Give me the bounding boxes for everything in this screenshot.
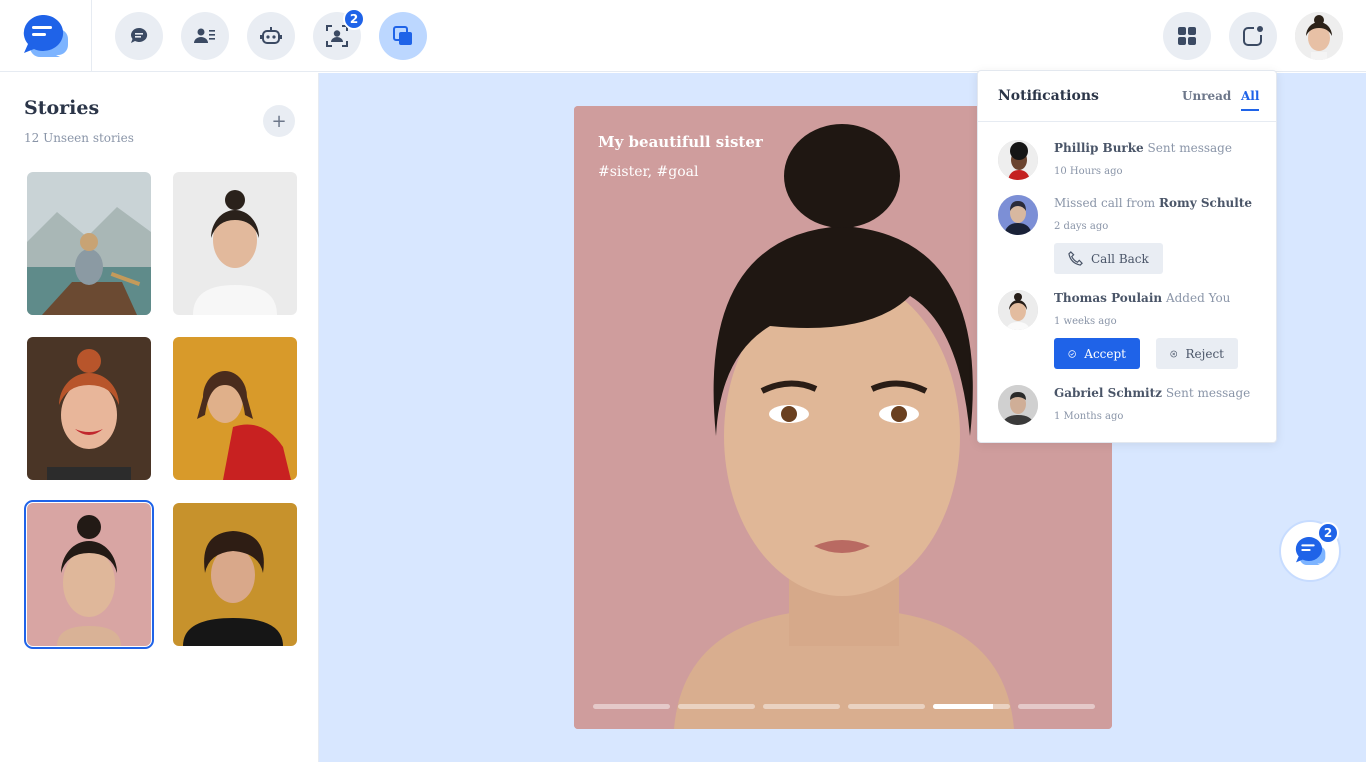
phone-icon — [1068, 251, 1083, 266]
avatar — [998, 195, 1038, 235]
add-story-button[interactable]: + — [263, 105, 295, 137]
reject-label: Reject — [1185, 346, 1224, 361]
progress-fill — [933, 704, 994, 709]
call-back-button[interactable]: Call Back — [1054, 243, 1163, 274]
story-thumb-selected[interactable] — [24, 500, 154, 649]
notification-item[interactable]: Gabriel Schmitz Sent message 1 Months ag… — [998, 385, 1268, 425]
nav-chats-button[interactable] — [115, 12, 163, 60]
user-list-icon — [194, 28, 215, 43]
notification-prefix: Missed call from — [1054, 196, 1156, 210]
notifications-title: Notifications — [998, 88, 1099, 104]
sender-name: Phillip Burke — [1054, 141, 1144, 155]
story-title: My beautifull sister — [598, 133, 763, 151]
progress-segment — [593, 704, 670, 709]
sender-name: Gabriel Schmitz — [1054, 386, 1162, 400]
notification-time: 1 weeks ago — [1054, 316, 1117, 327]
notification-text: Missed call from Romy Schulte — [1054, 196, 1252, 210]
notification-item[interactable]: Phillip Burke Sent message 10 Hours ago — [998, 140, 1268, 180]
notification-dot-icon — [1243, 26, 1263, 46]
logo-cell — [0, 0, 92, 72]
story-progress — [593, 704, 1095, 709]
notification-time: 1 Months ago — [1054, 411, 1124, 422]
tab-unread[interactable]: Unread — [1182, 89, 1231, 103]
contacts-badge: 2 — [343, 8, 365, 30]
nav-contacts-button[interactable] — [181, 12, 229, 60]
progress-segment — [678, 704, 755, 709]
floating-chat-button[interactable]: 2 — [1279, 520, 1341, 582]
avatar — [998, 385, 1038, 425]
user-focus-icon — [326, 25, 348, 47]
accept-button[interactable]: Accept — [1054, 338, 1140, 369]
notification-action: Added You — [1165, 291, 1231, 305]
notifications-panel: Notifications Unread All Phillip Burke S… — [977, 70, 1277, 443]
notification-action: Sent message — [1147, 141, 1232, 155]
story-thumb[interactable] — [173, 503, 297, 646]
progress-segment — [848, 704, 925, 709]
notifications-button[interactable] — [1229, 12, 1277, 60]
user-avatar[interactable] — [1295, 12, 1343, 60]
stories-sidebar: Stories 12 Unseen stories + — [0, 73, 319, 762]
accept-label: Accept — [1084, 346, 1126, 361]
grid-icon — [1178, 27, 1196, 45]
story-thumb[interactable] — [173, 172, 297, 315]
check-circle-icon — [1068, 349, 1076, 358]
x-circle-icon — [1170, 350, 1178, 357]
nav-bot-button[interactable] — [247, 12, 295, 60]
plus-icon: + — [271, 110, 287, 132]
robot-icon — [260, 27, 282, 44]
story-thumb[interactable] — [27, 172, 151, 315]
avatar — [998, 140, 1038, 180]
progress-segment — [763, 704, 840, 709]
notification-action: Sent message — [1165, 386, 1251, 400]
notifications-header: Notifications Unread All — [978, 71, 1276, 122]
notification-text: Gabriel Schmitz Sent message — [1054, 386, 1250, 400]
notification-item[interactable]: Thomas Poulain Added You 1 weeks ago Acc… — [998, 290, 1268, 370]
notification-time: 10 Hours ago — [1054, 166, 1123, 177]
notification-time: 2 days ago — [1054, 221, 1109, 232]
avatar — [998, 290, 1038, 330]
notification-item[interactable]: Missed call from Romy Schulte 2 days ago… — [998, 195, 1268, 275]
story-tags: #sister, #goal — [598, 164, 699, 180]
tab-all[interactable]: All — [1241, 89, 1260, 111]
progress-segment — [1018, 704, 1095, 709]
stories-title: Stories — [24, 97, 100, 119]
reject-button[interactable]: Reject — [1156, 338, 1238, 369]
nav-stories-button[interactable] — [379, 12, 427, 60]
app-logo-icon[interactable] — [22, 14, 68, 61]
progress-segment — [933, 704, 1010, 709]
story-thumb[interactable] — [173, 337, 297, 480]
unseen-count: 12 Unseen stories — [24, 131, 134, 145]
stories-icon — [393, 26, 412, 45]
top-bar: 2 — [0, 0, 1366, 72]
sender-name: Romy Schulte — [1159, 196, 1252, 210]
notification-text: Phillip Burke Sent message — [1054, 141, 1232, 155]
sender-name: Thomas Poulain — [1054, 291, 1163, 305]
nav-contacts-scan-button[interactable]: 2 — [313, 8, 365, 60]
notification-text: Thomas Poulain Added You — [1054, 291, 1230, 305]
call-back-label: Call Back — [1091, 251, 1149, 266]
chat-badge: 2 — [1317, 522, 1339, 544]
chat-bubble-icon — [131, 27, 148, 43]
apps-grid-button[interactable] — [1163, 12, 1211, 60]
story-thumb[interactable] — [27, 337, 151, 480]
